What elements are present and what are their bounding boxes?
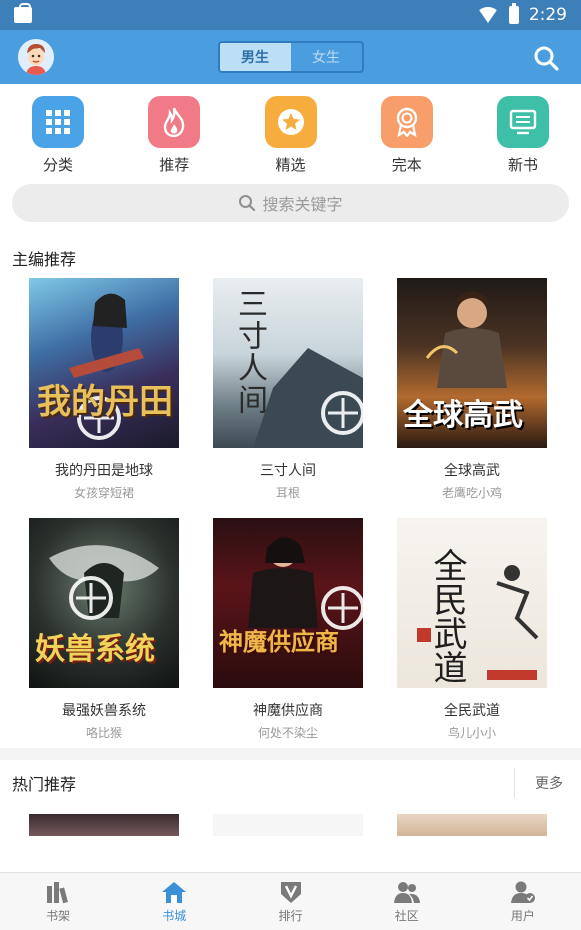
book-cover[interactable]: 全民武道 — [397, 518, 547, 688]
nav-label: 书架 — [46, 908, 71, 923]
nav-label: 用户 — [510, 908, 535, 923]
book-title: 神魔供应商 — [253, 703, 323, 719]
cover-title-art: 妖兽系统 — [35, 632, 155, 667]
book-author: 咯比猴 — [85, 726, 122, 740]
top-header: 男生 女生 — [0, 30, 581, 84]
hot-book-row — [0, 806, 581, 836]
category-classify[interactable]: 分类 — [7, 96, 109, 184]
cover-title-art: 三寸人间 — [232, 288, 267, 416]
more-link[interactable]: 更多 — [514, 768, 581, 798]
flame-icon — [148, 96, 201, 148]
award-icon — [380, 96, 433, 148]
book-cover[interactable]: 全球高武 — [397, 278, 547, 448]
category-completed[interactable]: 完本 — [356, 96, 458, 184]
star-icon — [264, 96, 317, 148]
community-icon — [393, 881, 420, 903]
book-cover[interactable]: 妖兽系统 — [29, 518, 179, 688]
section-title-hot: 热门推荐 — [12, 775, 77, 794]
category-label: 推荐 — [159, 156, 190, 174]
book-title: 我的丹田是地球 — [55, 463, 153, 479]
search-bar[interactable]: 搜索关键字 — [12, 184, 569, 222]
book-card[interactable]: 妖兽系统 最强妖兽系统 咯比猴 — [29, 518, 179, 741]
hot-book-cover[interactable] — [29, 814, 179, 836]
cover-title-art: 神魔供应商 — [219, 627, 339, 656]
grid-icon — [32, 96, 84, 148]
category-label: 分类 — [42, 156, 73, 174]
category-label: 完本 — [391, 156, 422, 174]
nav-community[interactable]: 社区 — [349, 873, 465, 930]
book-cover[interactable]: 我的丹田 — [29, 278, 179, 448]
book-author: 鸟儿小小 — [447, 726, 496, 740]
category-label: 精选 — [275, 156, 306, 174]
book-card[interactable]: 全民武道 全民武道 鸟儿小小 — [397, 518, 547, 741]
category-shortcuts: 分类 推荐 精选 完本 新书 — [0, 84, 581, 184]
avatar[interactable] — [18, 39, 54, 75]
search-icon[interactable] — [533, 45, 559, 71]
book-card[interactable]: 神魔供应商 神魔供应商 何处不染尘 — [213, 518, 363, 741]
book-author: 老鹰吃小鸡 — [441, 486, 502, 500]
nav-label: 书城 — [162, 908, 187, 923]
wifi-icon — [476, 7, 499, 23]
nav-label: 社区 — [394, 908, 419, 923]
book-author: 女孩穿短裙 — [73, 486, 134, 500]
hot-book-cover[interactable] — [213, 814, 363, 836]
book-author: 何处不染尘 — [257, 726, 318, 740]
search-placeholder: 搜索关键字 — [262, 195, 343, 214]
nav-ranking[interactable]: 排行 — [232, 873, 348, 930]
bookshelf-icon — [47, 881, 69, 903]
tab-male[interactable]: 男生 — [219, 43, 291, 71]
book-author: 耳根 — [275, 486, 300, 500]
nav-user[interactable]: 用户 — [465, 873, 581, 930]
section-title-editor-picks: 主编推荐 — [12, 250, 77, 269]
bottom-nav: 书架 书城 排行 社区 用户 — [0, 872, 581, 930]
book-card[interactable]: 我的丹田 我的丹田是地球 女孩穿短裙 — [29, 278, 179, 501]
battery-icon — [508, 3, 519, 24]
hot-section-header: 热门推荐 更多 — [0, 760, 581, 806]
section-divider — [0, 748, 581, 760]
book-title: 全民武道 — [444, 703, 500, 719]
book-card[interactable]: 全球高武 全球高武 老鹰吃小鸡 — [397, 278, 547, 501]
cover-title-art: 全球高武 — [403, 398, 523, 433]
shopping-bag-icon — [14, 3, 32, 23]
category-recommend[interactable]: 推荐 — [123, 96, 225, 184]
nav-label: 排行 — [278, 908, 303, 923]
category-label: 新书 — [507, 156, 538, 174]
hot-book-cover[interactable] — [397, 814, 547, 836]
category-featured[interactable]: 精选 — [240, 96, 342, 184]
book-title: 三寸人间 — [260, 463, 316, 479]
book-card[interactable]: 三寸人间 三寸人间 耳根 — [213, 278, 363, 501]
monitor-icon — [497, 96, 549, 148]
nav-bookshelf[interactable]: 书架 — [0, 873, 116, 930]
cover-title-art: 我的丹田 — [37, 382, 173, 422]
book-title: 全球高武 — [444, 463, 500, 479]
user-icon — [510, 881, 535, 903]
search-icon — [239, 195, 256, 212]
app-screen: 2:29 男生 女生 分类 推荐 精选 完本 新书 搜索关键字 主编推荐 我的丹… — [0, 0, 581, 930]
cover-title-art: 全民武道 — [427, 548, 467, 684]
status-bar: 2:29 — [0, 0, 581, 30]
status-time: 2:29 — [528, 5, 567, 25]
book-cover[interactable]: 神魔供应商 — [213, 518, 363, 688]
gender-toggle: 男生 女生 — [217, 41, 364, 73]
home-icon — [162, 881, 187, 903]
category-new[interactable]: 新书 — [472, 96, 574, 184]
tab-female[interactable]: 女生 — [291, 43, 362, 71]
book-grid: 我的丹田 我的丹田是地球 女孩穿短裙 三寸人间 三寸人间 耳根 全球高武 全球高… — [0, 268, 581, 748]
nav-bookstore[interactable]: 书城 — [116, 873, 232, 930]
book-cover[interactable]: 三寸人间 — [213, 278, 363, 448]
book-title: 最强妖兽系统 — [62, 703, 146, 719]
ranking-icon — [280, 881, 301, 903]
